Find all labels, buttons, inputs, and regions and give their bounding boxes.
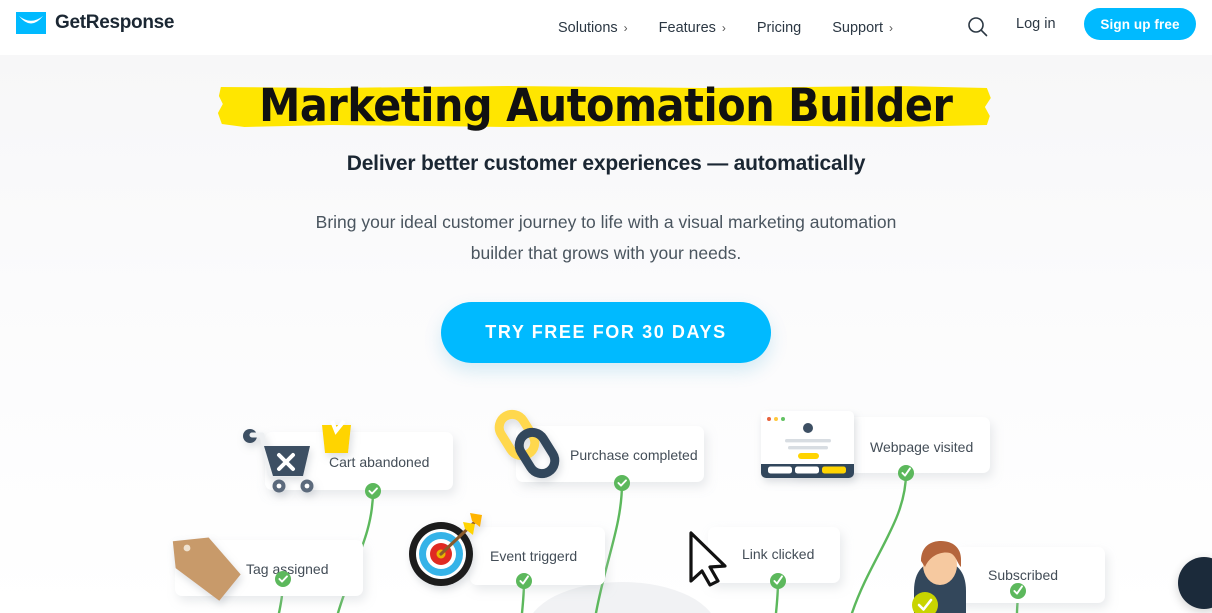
svg-text:Purchase completed: Purchase completed bbox=[570, 447, 698, 463]
nav-label-support: Support bbox=[832, 19, 884, 36]
svg-text:Event triggerd: Event triggerd bbox=[490, 548, 577, 564]
search-icon[interactable] bbox=[965, 14, 991, 40]
svg-text:Subscribed: Subscribed bbox=[988, 567, 1058, 583]
svg-text:Cart abandoned: Cart abandoned bbox=[329, 454, 429, 470]
brand-name: GetResponse bbox=[55, 12, 175, 33]
nav-label-features: Features bbox=[658, 19, 716, 36]
page-root: GetResponse Solutions › Features › Prici… bbox=[0, 0, 1212, 613]
chevron-right-icon: › bbox=[721, 20, 726, 35]
page-title-row: Marketing Automation Builder bbox=[0, 78, 1212, 134]
hero-subheadline: Deliver better customer experiences — au… bbox=[346, 152, 866, 175]
nav-item-features[interactable]: Features › bbox=[659, 20, 740, 36]
nav-label-pricing: Pricing bbox=[756, 19, 802, 36]
envelope-icon bbox=[16, 12, 46, 34]
person-avatar-icon bbox=[912, 541, 966, 613]
nav-item-pricing[interactable]: Pricing bbox=[757, 20, 815, 36]
page-title: Marketing Automation Builder bbox=[259, 79, 953, 132]
hero-cta-row: TRY FREE FOR 30 DAYS bbox=[0, 302, 1212, 363]
chevron-right-icon: › bbox=[889, 20, 894, 35]
hero-body-text: Bring your ideal customer journey to lif… bbox=[315, 212, 897, 263]
signup-free-button[interactable]: Sign up free bbox=[1084, 8, 1196, 40]
svg-text:Link clicked: Link clicked bbox=[742, 546, 814, 562]
check-badge-icon bbox=[770, 573, 786, 589]
nav-item-solutions[interactable]: Solutions › bbox=[558, 20, 642, 36]
try-free-button[interactable]: TRY FREE FOR 30 DAYS bbox=[441, 302, 771, 363]
automation-illustration: Cart abandoned Purchase completed Webpag… bbox=[0, 395, 1212, 613]
check-badge-icon bbox=[614, 475, 630, 491]
headline-highlight-wrap: Marketing Automation Builder bbox=[215, 78, 997, 134]
check-badge-icon bbox=[365, 483, 381, 499]
check-badge-icon bbox=[1010, 583, 1026, 599]
chevron-right-icon: › bbox=[623, 20, 628, 35]
svg-text:Webpage visited: Webpage visited bbox=[870, 439, 973, 455]
check-badge-icon bbox=[898, 465, 914, 481]
nav-label-solutions: Solutions bbox=[558, 19, 618, 36]
login-link[interactable]: Log in bbox=[1016, 16, 1056, 32]
main-navigation: Solutions › Features › Pricing Support › bbox=[558, 0, 907, 55]
check-badge-icon bbox=[516, 573, 532, 589]
nav-item-support[interactable]: Support › bbox=[832, 20, 907, 36]
browser-window-icon bbox=[761, 411, 854, 478]
site-header: GetResponse Solutions › Features › Prici… bbox=[0, 0, 1212, 55]
brand-logo[interactable]: GetResponse bbox=[16, 12, 174, 34]
check-badge-icon bbox=[275, 571, 291, 587]
